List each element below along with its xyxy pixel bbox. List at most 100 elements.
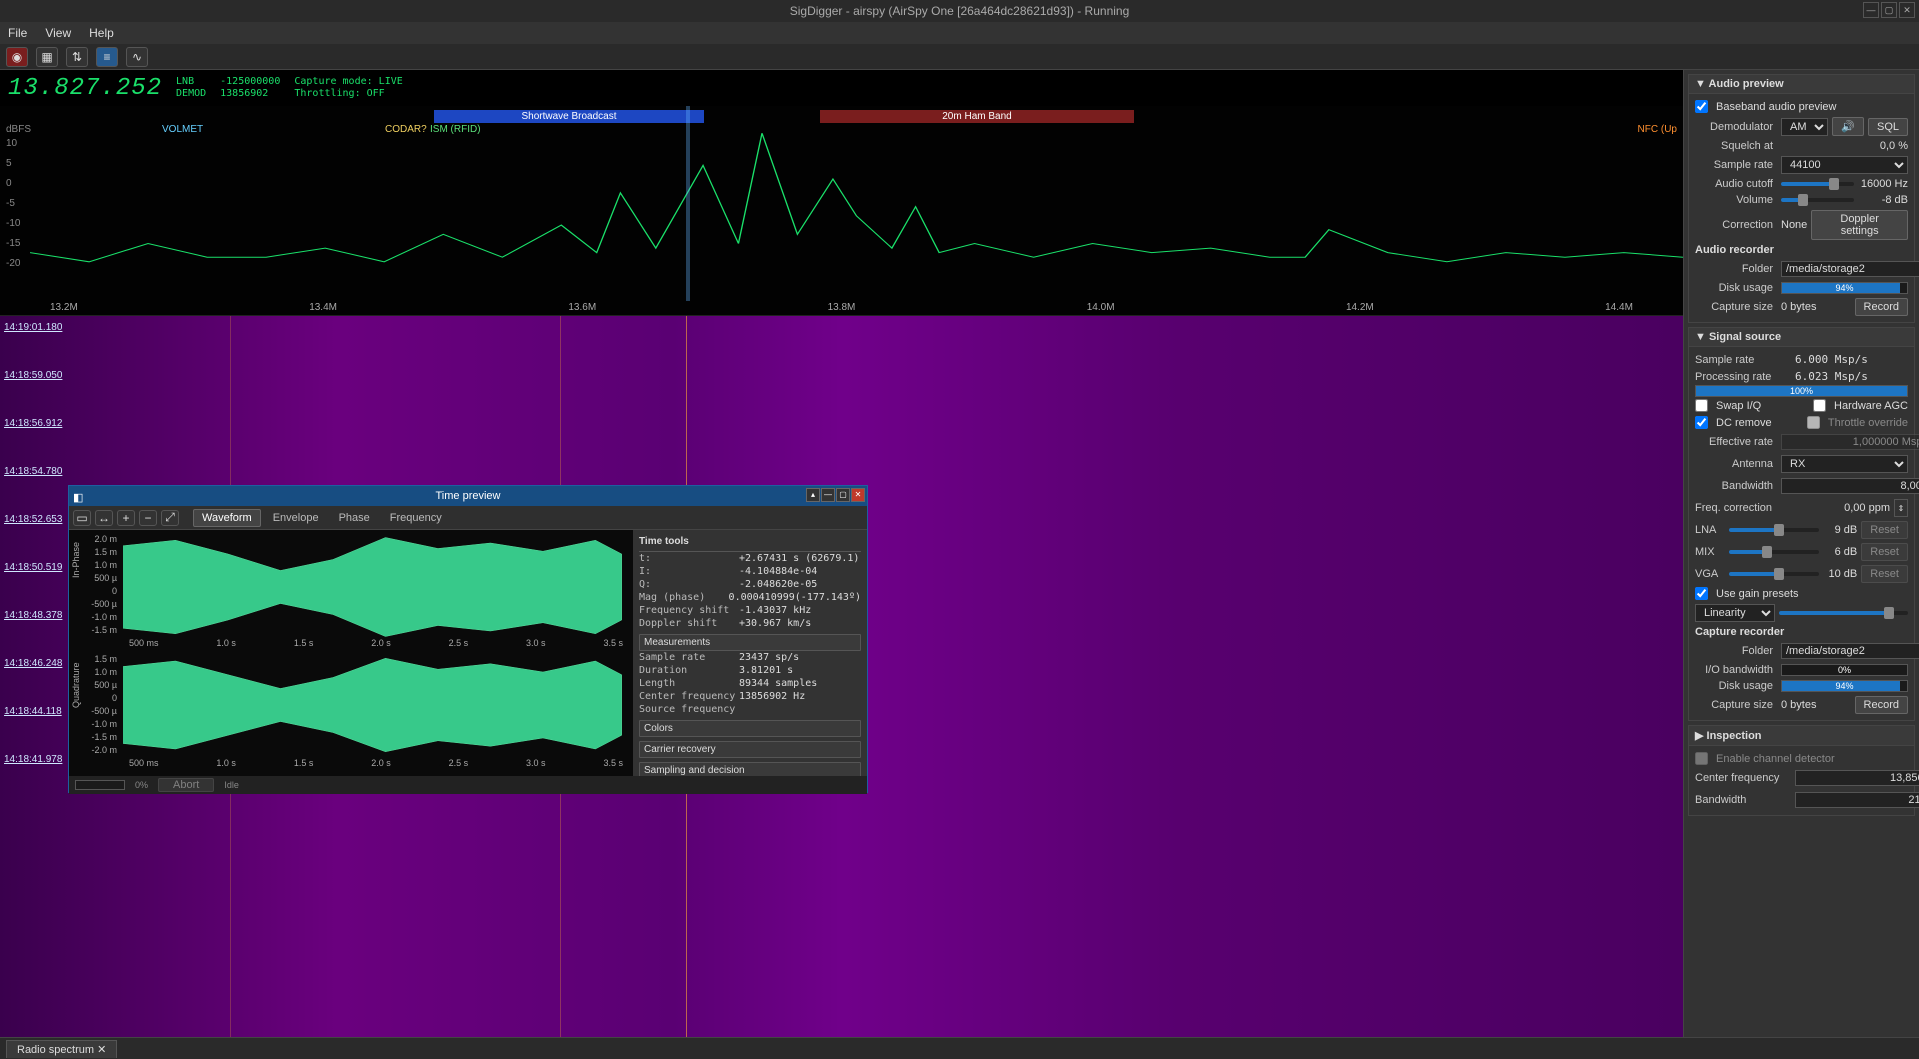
dialog-toolbar: ▭ ↔ + − ⤢ Waveform Envelope Phase Freque… <box>69 506 867 530</box>
y-tick: -20 <box>6 258 31 278</box>
sr-label: Sample rate <box>1695 354 1791 366</box>
audio-folder-input[interactable] <box>1781 261 1919 277</box>
preset-slider[interactable] <box>1779 611 1908 615</box>
cap-folder-input[interactable] <box>1781 643 1919 659</box>
fft-spectrum[interactable]: dBFS 10 5 0 -5 -10 -15 -20 Shortwave Bro… <box>0 106 1683 316</box>
lna-reset[interactable]: Reset <box>1861 521 1908 539</box>
waterfall-timestamp: 14:18:44.118 <box>4 706 62 717</box>
io-bw-label: I/O bandwidth <box>1695 664 1777 676</box>
doppler-settings-button[interactable]: Doppler settings <box>1811 210 1908 240</box>
measurements-header[interactable]: Measurements <box>639 634 861 651</box>
record-button[interactable]: ◉ <box>6 47 28 67</box>
waterfall-timestamp: 14:19:01.180 <box>4 322 62 333</box>
status-idle: Idle <box>224 780 239 790</box>
antenna-select[interactable]: RX <box>1781 455 1908 473</box>
throttling-label: Throttling: <box>294 88 360 99</box>
waveform-canvas[interactable]: In-Phase Quadrature 2.0 m1.5 m1.0 m500 µ… <box>69 530 633 776</box>
tab-close-icon[interactable]: ✕ <box>97 1044 106 1056</box>
ibw-input[interactable] <box>1795 792 1919 808</box>
zoom-fit-icon[interactable]: ⤢ <box>161 510 179 526</box>
collapse-icon[interactable]: ▶ <box>1695 730 1707 742</box>
window-maximize-icon[interactable]: ▢ <box>1881 2 1897 18</box>
select-tool-icon[interactable]: ▭ <box>73 510 91 526</box>
audio-record-button[interactable]: Record <box>1855 298 1908 316</box>
menu-view[interactable]: View <box>45 26 71 40</box>
menu-file[interactable]: File <box>8 26 27 40</box>
abort-button[interactable]: Abort <box>158 778 214 792</box>
section-colors[interactable]: Colors <box>639 720 861 737</box>
bw-label: Bandwidth <box>1695 480 1777 492</box>
cap-size-label: Capture size <box>1695 699 1777 711</box>
zoom-in-icon[interactable]: + <box>117 510 135 526</box>
baseband-checkbox[interactable] <box>1695 100 1708 113</box>
dialog-titlebar[interactable]: ◧ Time preview ▴ — ▢ ✕ <box>69 486 867 506</box>
volume-slider[interactable] <box>1781 198 1854 202</box>
dialog-roll-icon[interactable]: ▴ <box>806 488 820 502</box>
tab-frequency[interactable]: Frequency <box>382 510 450 526</box>
cf-input[interactable] <box>1795 770 1919 786</box>
vga-slider[interactable] <box>1729 572 1819 576</box>
speaker-button[interactable]: 🔊 <box>1832 117 1864 136</box>
collapse-icon[interactable]: ▼ <box>1695 331 1709 343</box>
mix-slider[interactable] <box>1729 550 1819 554</box>
audio-preview-title: Audio preview <box>1709 78 1784 90</box>
lna-label: LNA <box>1695 524 1725 536</box>
capture-size-label: Capture size <box>1695 301 1777 313</box>
fc-stepper[interactable]: ⇕ <box>1894 499 1908 517</box>
disk-usage-label: Disk usage <box>1695 282 1777 294</box>
waterfall-timestamp: 14:18:54.780 <box>4 466 62 477</box>
enable-detector-checkbox[interactable] <box>1695 752 1708 765</box>
folder-label: Folder <box>1695 263 1777 275</box>
levels-button[interactable]: ⇅ <box>66 47 88 67</box>
window-minimize-icon[interactable]: — <box>1863 2 1879 18</box>
hw-agc-label: Hardware AGC <box>1834 400 1908 412</box>
hw-agc-checkbox[interactable] <box>1813 399 1826 412</box>
snapshot-button[interactable]: ▦ <box>36 47 58 67</box>
x-tick: 13.4M <box>309 302 337 313</box>
20m-ham-band-label: 20m Ham Band <box>820 110 1134 123</box>
swap-iq-checkbox[interactable] <box>1695 399 1708 412</box>
pan-tool-icon[interactable]: ↔ <box>95 510 113 526</box>
time-preview-dialog[interactable]: ◧ Time preview ▴ — ▢ ✕ ▭ ↔ + − ⤢ Wavefor… <box>68 485 868 793</box>
squelch-value: 0,0 % <box>1781 140 1908 152</box>
channel-marker[interactable] <box>686 106 690 301</box>
menu-help[interactable]: Help <box>89 26 114 40</box>
spectrum-y-axis: dBFS 10 5 0 -5 -10 -15 -20 <box>6 124 31 278</box>
wave-y-axis-top: 2.0 m1.5 m1.0 m500 µ0-500 µ-1.0 m-1.5 m <box>81 534 117 638</box>
preset-select[interactable]: Linearity <box>1695 604 1775 622</box>
cap-record-button[interactable]: Record <box>1855 696 1908 714</box>
demod-value: 13856902 <box>220 88 268 99</box>
throttle-checkbox[interactable] <box>1807 416 1820 429</box>
x-tick: 13.6M <box>568 302 596 313</box>
mix-reset[interactable]: Reset <box>1861 543 1908 561</box>
section-sampling-decision[interactable]: Sampling and decision <box>639 762 861 776</box>
samplerate-select[interactable]: 44100 <box>1781 156 1908 174</box>
correction-value: None <box>1781 219 1807 231</box>
waveform-button[interactable]: ∿ <box>126 47 148 67</box>
sql-button[interactable]: SQL <box>1868 118 1908 136</box>
presets-checkbox[interactable] <box>1695 587 1708 600</box>
time-tools-panel: Time tools t:+2.67431 s (62679.1)I:-4.10… <box>633 530 867 776</box>
dc-remove-checkbox[interactable] <box>1695 416 1708 429</box>
zoom-out-icon[interactable]: − <box>139 510 157 526</box>
tuned-frequency[interactable]: 13.827.252 <box>8 75 162 102</box>
progress-bar <box>75 780 125 790</box>
section-carrier-recovery[interactable]: Carrier recovery <box>639 741 861 758</box>
tab-waveform[interactable]: Waveform <box>193 509 261 527</box>
dialog-close-icon[interactable]: ✕ <box>851 488 865 502</box>
dialog-maximize-icon[interactable]: ▢ <box>836 488 850 502</box>
tab-envelope[interactable]: Envelope <box>265 510 327 526</box>
lna-slider[interactable] <box>1729 528 1819 532</box>
window-close-icon[interactable]: ✕ <box>1899 2 1915 18</box>
tab-phase[interactable]: Phase <box>331 510 378 526</box>
fc-value: 0,00 ppm <box>1795 502 1890 514</box>
cutoff-slider[interactable] <box>1781 182 1854 186</box>
dialog-minimize-icon[interactable]: — <box>821 488 835 502</box>
collapse-icon[interactable]: ▼ <box>1695 78 1709 90</box>
bw-input[interactable] <box>1781 478 1919 494</box>
vga-reset[interactable]: Reset <box>1861 565 1908 583</box>
demodulator-label: Demodulator <box>1695 121 1777 133</box>
spectrum-button[interactable]: ≡ <box>96 47 118 67</box>
tab-radio-spectrum[interactable]: Radio spectrum ✕ <box>6 1040 117 1058</box>
demodulator-select[interactable]: AM <box>1781 118 1828 136</box>
